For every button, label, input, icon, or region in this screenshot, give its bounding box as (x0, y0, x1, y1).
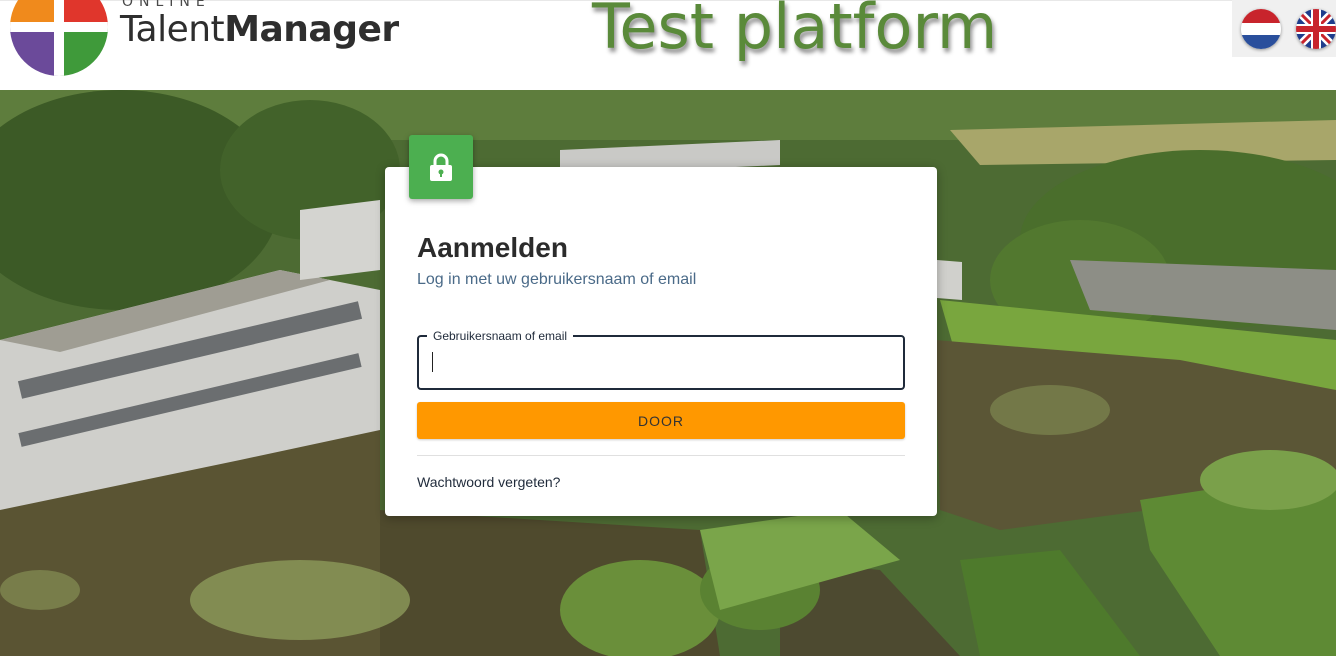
logo-wordmark: TalentManager (120, 8, 399, 52)
divider (417, 455, 905, 456)
lock-badge (409, 135, 473, 199)
login-title: Aanmelden (417, 232, 568, 263)
logo-wordmark-light: Talent (120, 9, 225, 50)
netherlands-flag-icon[interactable] (1241, 9, 1281, 49)
username-input[interactable] (431, 349, 891, 376)
united-kingdom-flag-icon[interactable] (1296, 9, 1336, 49)
submit-button[interactable]: DOOR (417, 402, 905, 439)
environment-label: Test platform (592, 0, 998, 63)
language-switcher (1232, 0, 1336, 57)
username-label: Gebruikersnaam of email (427, 328, 574, 344)
forgot-password-link[interactable]: Wachtwoord vergeten? (417, 473, 560, 491)
login-card: Aanmelden Log in met uw gebruikersnaam o… (385, 167, 937, 516)
lock-icon (430, 153, 452, 181)
username-field[interactable]: Gebruikersnaam of email (417, 328, 905, 390)
login-subtitle: Log in met uw gebruikersnaam of email (417, 271, 697, 288)
talentmanager-logo-icon (10, 0, 108, 76)
text-cursor (432, 352, 433, 372)
logo-wordmark-bold: Manager (224, 9, 399, 50)
header: ONLINE TalentManager Test platform (0, 0, 1336, 90)
